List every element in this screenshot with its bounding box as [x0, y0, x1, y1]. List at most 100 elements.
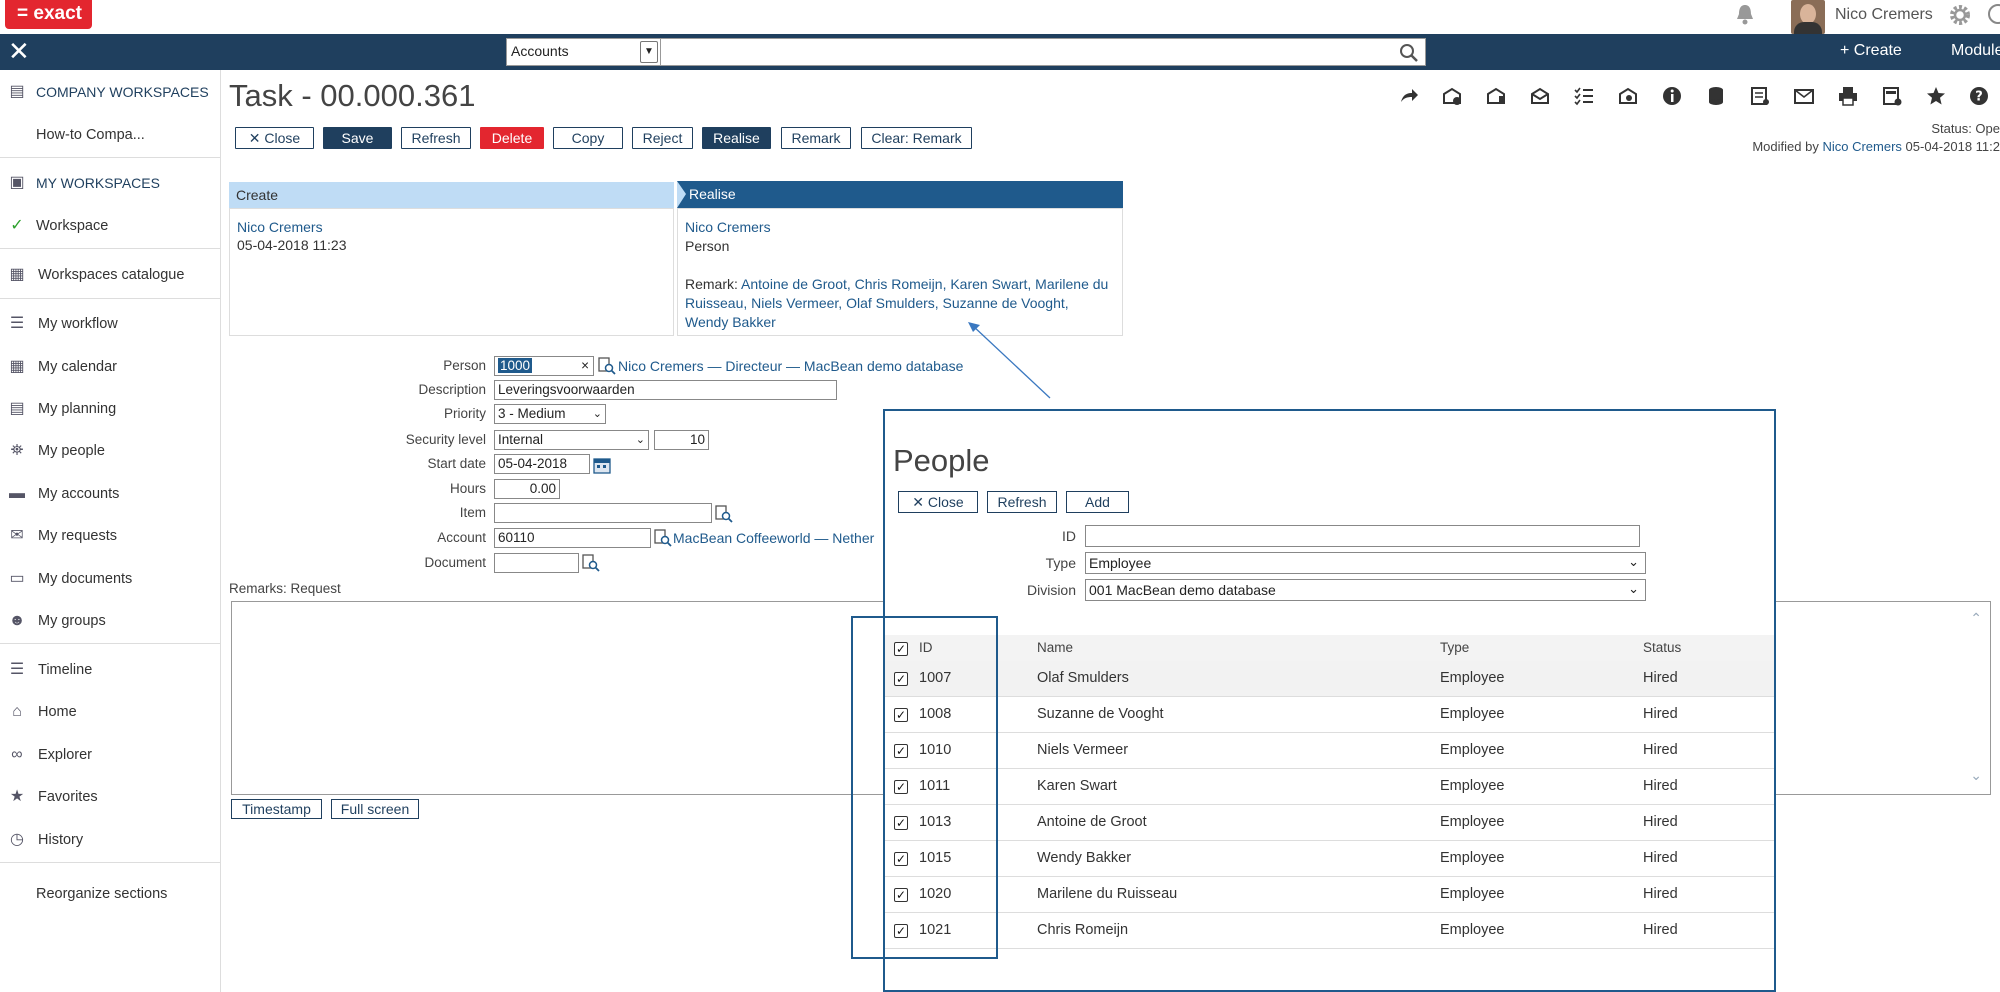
security-level-select[interactable]: Internal ⌄: [494, 430, 649, 450]
table-row[interactable]: ✓ 1020 Marilene du Ruisseau Employee Hir…: [885, 877, 1774, 913]
mail-open-icon[interactable]: [1529, 85, 1551, 107]
modules-menu[interactable]: Module: [1951, 42, 2000, 60]
dialog-refresh-button[interactable]: Refresh: [987, 491, 1057, 513]
bell-icon[interactable]: [1734, 3, 1756, 25]
mail-alert-icon[interactable]: [1485, 85, 1507, 107]
security-level-number[interactable]: 10: [654, 430, 709, 450]
person-link[interactable]: Nico Cremers — Directeur — MacBean demo …: [618, 358, 963, 374]
remark-button[interactable]: Remark: [781, 127, 851, 149]
sidebar-item-my-calendar[interactable]: ▦ My calendar: [0, 352, 221, 382]
table-row[interactable]: ✓ 1007 Olaf Smulders Employee Hired: [885, 661, 1774, 697]
realise-button[interactable]: Realise: [702, 127, 771, 149]
gear-icon[interactable]: [1948, 3, 1972, 27]
description-field[interactable]: Leveringsvoorwaarden: [494, 380, 837, 400]
forward-icon[interactable]: [1398, 85, 1420, 107]
exact-logo[interactable]: = exact: [5, 0, 92, 29]
search-input[interactable]: [667, 43, 1387, 61]
sidebar-item-how-to[interactable]: How-to Compa...: [0, 120, 221, 150]
sidebar-item-company-workspaces[interactable]: ▤ COMPANY WORKSPACES: [0, 77, 221, 107]
mail-document-icon[interactable]: [1793, 85, 1815, 107]
table-row[interactable]: ✓ 1021 Chris Romeijn Employee Hired: [885, 913, 1774, 949]
close-icon[interactable]: ✕: [8, 38, 32, 64]
star-icon[interactable]: [1925, 85, 1947, 107]
sidebar-item-workspaces-catalogue[interactable]: ▦ Workspaces catalogue: [0, 260, 221, 290]
table-row[interactable]: ✓ 1008 Suzanne de Vooght Employee Hired: [885, 697, 1774, 733]
item-field[interactable]: [494, 503, 712, 523]
refresh-button[interactable]: Refresh: [401, 127, 471, 149]
realise-person-link[interactable]: Nico Cremers: [685, 218, 1115, 237]
mail-settings-icon[interactable]: [1441, 85, 1463, 107]
sidebar-item-workspace[interactable]: ✓ Workspace: [0, 211, 221, 241]
dialog-add-button[interactable]: Add: [1066, 491, 1129, 513]
lookup-icon[interactable]: [582, 554, 600, 572]
timestamp-button[interactable]: Timestamp: [231, 799, 322, 819]
modified-info: Modified by Nico Cremers 05-04-2018 11:2: [1752, 139, 2000, 154]
sidebar-item-my-groups[interactable]: ☻ My groups: [0, 606, 221, 636]
column-status[interactable]: Status: [1643, 640, 1681, 655]
column-type[interactable]: Type: [1440, 640, 1469, 655]
avatar[interactable]: [1791, 0, 1825, 34]
sidebar-item-my-people[interactable]: ⛯ My people: [0, 436, 221, 466]
sidebar-item-home[interactable]: ⌂ Home: [0, 697, 221, 727]
hours-field[interactable]: 0.00: [494, 479, 560, 499]
table-row[interactable]: ✓ 1011 Karen Swart Employee Hired: [885, 769, 1774, 805]
document-field[interactable]: [494, 553, 579, 573]
document-label: Document: [424, 555, 486, 570]
user-name[interactable]: Nico Cremers: [1835, 6, 1933, 24]
database-icon[interactable]: [1705, 85, 1727, 107]
sidebar-item-my-documents[interactable]: ▭ My documents: [0, 564, 221, 594]
mail-icon: ✉: [10, 527, 24, 544]
info-icon[interactable]: [1661, 85, 1683, 107]
sidebar-item-my-requests[interactable]: ✉ My requests: [0, 521, 221, 551]
division-select[interactable]: 001 MacBean demo database ⌄: [1085, 579, 1646, 601]
id-filter-input[interactable]: [1085, 525, 1640, 547]
search-scope-select[interactable]: Accounts ▼: [507, 39, 661, 65]
clear-remark-button[interactable]: Clear: Remark: [861, 127, 972, 149]
create-person-link[interactable]: Nico Cremers: [237, 218, 666, 236]
sidebar-item-my-accounts[interactable]: ▬ My accounts: [0, 479, 221, 509]
lookup-icon[interactable]: [598, 357, 616, 375]
sidebar-item-history[interactable]: ◷ History: [0, 825, 221, 855]
calendar-icon[interactable]: [593, 456, 611, 474]
table-row[interactable]: ✓ 1015 Wendy Bakker Employee Hired: [885, 841, 1774, 877]
delete-button[interactable]: Delete: [480, 127, 544, 149]
help-icon[interactable]: [1988, 4, 2000, 24]
close-button[interactable]: ✕ Close: [235, 127, 314, 149]
search-icon[interactable]: [1399, 43, 1419, 63]
report-icon[interactable]: [1749, 85, 1771, 107]
fullscreen-button[interactable]: Full screen: [331, 799, 419, 819]
account-field[interactable]: 60110: [494, 528, 651, 548]
copy-button[interactable]: Copy: [553, 127, 623, 149]
dialog-close-button[interactable]: ✕ Close: [898, 491, 978, 513]
priority-select[interactable]: 3 - Medium ⌄: [494, 404, 606, 424]
person-field[interactable]: 1000 ×: [494, 356, 594, 376]
print-settings-icon[interactable]: [1881, 85, 1903, 107]
table-row[interactable]: ✓ 1010 Niels Vermeer Employee Hired: [885, 733, 1774, 769]
sidebar-item-favorites[interactable]: ★ Favorites: [0, 782, 221, 812]
sidebar-item-my-workspaces[interactable]: ▣ MY WORKSPACES: [0, 168, 221, 198]
column-name[interactable]: Name: [1037, 640, 1073, 655]
clear-icon[interactable]: ×: [581, 358, 589, 373]
lookup-icon[interactable]: [654, 529, 672, 547]
lookup-icon[interactable]: [715, 505, 733, 523]
modified-by-link[interactable]: Nico Cremers: [1822, 139, 1901, 154]
sidebar-item-timeline[interactable]: ☰ Timeline: [0, 655, 221, 685]
type-select[interactable]: Employee ⌄: [1085, 552, 1646, 574]
account-link[interactable]: MacBean Coffeeworld — Nether: [673, 530, 874, 546]
print-icon[interactable]: [1837, 85, 1859, 107]
chevron-up-icon[interactable]: ⌃: [1970, 610, 1982, 627]
table-row[interactable]: ✓ 1013 Antoine de Groot Employee Hired: [885, 805, 1774, 841]
mail-gear-icon[interactable]: [1617, 85, 1639, 107]
group-icon: ☻: [8, 612, 26, 629]
start-date-field[interactable]: 05-04-2018: [494, 454, 590, 474]
sidebar-item-reorganize[interactable]: Reorganize sections: [0, 879, 221, 909]
help-icon[interactable]: ?: [1968, 85, 1990, 107]
sidebar-item-my-workflow[interactable]: ☰ My workflow: [0, 309, 221, 339]
sidebar-item-my-planning[interactable]: ▤ My planning: [0, 394, 221, 424]
create-menu[interactable]: + Create: [1840, 42, 1902, 60]
checklist-icon[interactable]: [1573, 85, 1595, 107]
chevron-down-icon[interactable]: ⌄: [1970, 767, 1982, 784]
sidebar-item-explorer[interactable]: ∞ Explorer: [0, 740, 221, 770]
reject-button[interactable]: Reject: [632, 127, 693, 149]
save-button[interactable]: Save: [323, 127, 392, 149]
